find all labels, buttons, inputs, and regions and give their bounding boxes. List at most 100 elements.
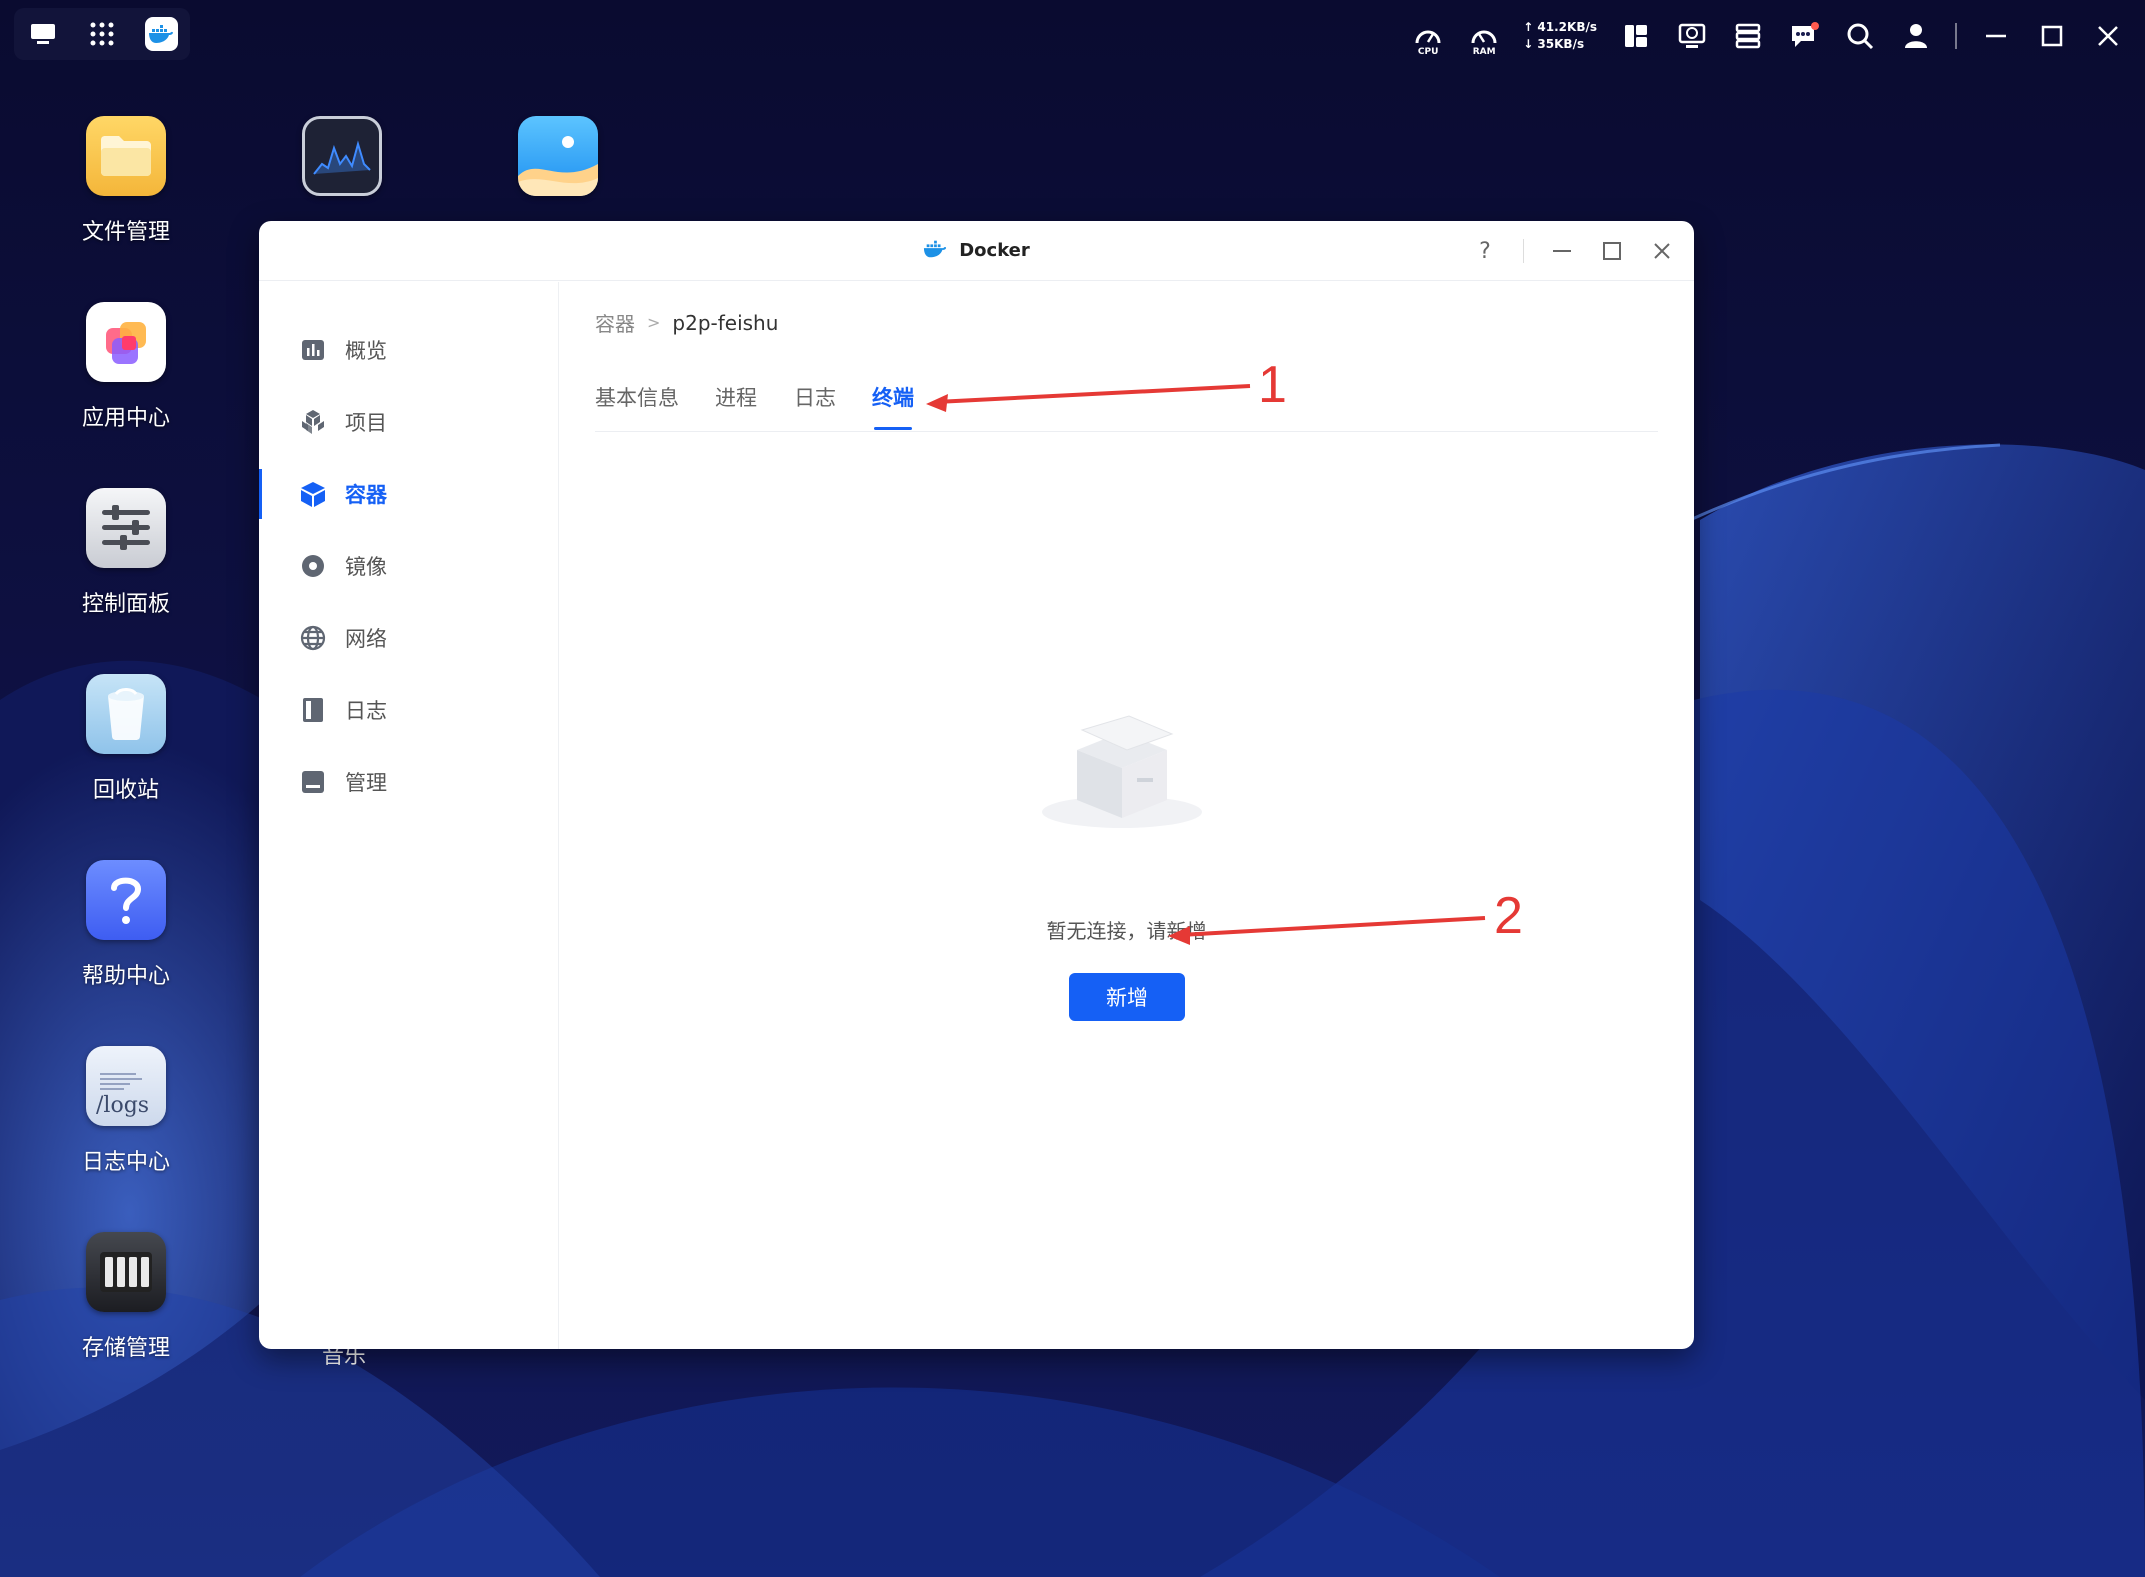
sidebar-item-label: 概览 (345, 339, 387, 363)
maximize-icon (1603, 242, 1621, 260)
tab-log[interactable]: 日志 (794, 382, 836, 432)
tab-active-underline (874, 427, 912, 430)
sidebar-item-manage[interactable]: 管理 (259, 757, 559, 807)
notifications-icon[interactable] (1787, 19, 1821, 53)
tab-process[interactable]: 进程 (715, 382, 757, 432)
window-maximize-button[interactable] (1600, 239, 1624, 263)
widgets-icon[interactable] (1619, 19, 1653, 53)
window-titlebar[interactable]: Docker ? (259, 221, 1694, 281)
ram-gauge-icon[interactable]: RAM (1467, 19, 1501, 57)
search-icon[interactable] (1843, 19, 1877, 53)
minimize-all-icon[interactable] (1979, 19, 2013, 53)
sidebar-item-project[interactable]: 项目 (259, 397, 559, 447)
user-icon[interactable] (1899, 19, 1933, 53)
network-icon (299, 624, 327, 652)
recycle-bin-icon (86, 674, 166, 754)
docker-icon (923, 239, 947, 263)
app-label: 回收站 (92, 778, 159, 803)
titlebar-divider (1523, 239, 1524, 263)
sidebar-item-container[interactable]: 容器 (259, 469, 559, 519)
tab-terminal[interactable]: 终端 (872, 382, 914, 432)
empty-state-message: 暂无连接，请新增 (1046, 919, 1207, 943)
app-grid-icon[interactable] (85, 17, 118, 51)
desktop-app-recycle-bin[interactable]: 回收站 (51, 674, 201, 804)
photos-icon (518, 116, 598, 196)
control-panel-icon (86, 488, 166, 568)
sidebar-item-label: 日志 (345, 699, 387, 723)
maximize-icon[interactable] (2035, 19, 2069, 53)
docker-taskbar-icon[interactable] (144, 17, 178, 51)
image-icon (299, 552, 327, 580)
logs-icon: /logs (86, 1046, 166, 1126)
minimize-icon (1553, 250, 1571, 252)
logs-tile-text: /logs (96, 1093, 150, 1118)
app-center-icon (86, 302, 166, 382)
system-tray: CPU RAM ↑ 41.2KB/s ↓ 35KB/s (1411, 14, 2125, 58)
annotation-number-1: 1 (1258, 356, 1287, 414)
cpu-label: CPU (1417, 47, 1439, 57)
download-speed: ↓ 35KB/s (1523, 37, 1585, 51)
close-icon (1654, 243, 1670, 259)
storage-icon (86, 1232, 166, 1312)
app-label: 日志中心 (81, 1150, 170, 1175)
overview-icon (299, 336, 327, 364)
desktop-app-resource-monitor[interactable] (267, 116, 417, 196)
detail-tabs: 基本信息 进程 日志 终端 (595, 382, 1658, 432)
desktop-app-control-panel[interactable]: 控制面板 (51, 488, 201, 618)
close-icon[interactable] (2091, 19, 2125, 53)
sidebar-item-image[interactable]: 镜像 (259, 541, 559, 591)
app-label: 帮助中心 (81, 964, 170, 989)
manage-icon (299, 768, 327, 796)
sidebar-item-label: 网络 (345, 627, 387, 651)
active-indicator (259, 469, 262, 519)
sidebar-item-label: 容器 (345, 483, 387, 507)
server-status-icon[interactable] (1731, 19, 1765, 53)
annotation-number-2: 2 (1494, 887, 1523, 945)
window-minimize-button[interactable] (1550, 239, 1574, 263)
folder-icon (86, 116, 166, 196)
tab-basic-info[interactable]: 基本信息 (595, 382, 679, 432)
docker-sidebar: 概览 项目 容器 镜像 网络 日志 管理 (259, 282, 559, 1349)
breadcrumb: 容器 > p2p-feishu (595, 308, 778, 337)
app-label: 应用中心 (81, 406, 170, 431)
resource-monitor-icon (302, 116, 382, 196)
breadcrumb-current: p2p-feishu (672, 310, 779, 335)
taskbar-left (14, 8, 190, 60)
container-icon (299, 480, 327, 508)
show-desktop-icon[interactable] (26, 17, 59, 51)
sidebar-item-overview[interactable]: 概览 (259, 325, 559, 375)
sidebar-item-log[interactable]: 日志 (259, 685, 559, 735)
app-label: 存储管理 (81, 1336, 170, 1361)
desktop-app-file-manager[interactable]: 文件管理 (51, 116, 201, 246)
desktop-app-log-center[interactable]: /logs 日志中心 (51, 1046, 201, 1176)
app-label: 文件管理 (81, 220, 170, 245)
add-connection-button[interactable]: 新增 (1069, 973, 1185, 1021)
upload-speed: ↑ 41.2KB/s (1523, 20, 1597, 34)
sidebar-item-label: 镜像 (345, 555, 387, 579)
help-button[interactable]: ? (1473, 239, 1497, 264)
tab-terminal-label: 终端 (872, 386, 914, 410)
window-close-button[interactable] (1650, 239, 1674, 263)
container-detail-panel: 容器 > p2p-feishu 基本信息 进程 日志 终端 暂无连接，请新增 新… (559, 282, 1694, 1349)
project-icon (299, 408, 327, 436)
log-icon (299, 696, 327, 724)
desktop-app-photos[interactable] (483, 116, 633, 196)
help-icon (86, 860, 166, 940)
sidebar-item-label: 管理 (345, 771, 387, 795)
empty-box-illustration (1037, 712, 1207, 832)
network-speed: ↑ 41.2KB/s ↓ 35KB/s (1523, 19, 1597, 53)
docker-window: Docker ? 概览 项目 容器 镜像 网络 日志 管理 容器 > p2p-f… (259, 221, 1694, 1349)
cpu-gauge-icon[interactable]: CPU (1411, 19, 1445, 57)
desktop-app-app-center[interactable]: 应用中心 (51, 302, 201, 432)
desktop-app-storage-manager[interactable]: 存储管理 (51, 1232, 201, 1362)
desktop-app-help-center[interactable]: 帮助中心 (51, 860, 201, 990)
sidebar-item-network[interactable]: 网络 (259, 613, 559, 663)
sidebar-item-label: 项目 (345, 411, 387, 435)
breadcrumb-separator: > (647, 313, 661, 332)
window-title: Docker (959, 240, 1030, 261)
app-label: 控制面板 (81, 592, 170, 617)
ram-label: RAM (1472, 47, 1496, 57)
remote-desktop-icon[interactable] (1675, 19, 1709, 53)
breadcrumb-root[interactable]: 容器 (595, 308, 635, 337)
tray-divider (1955, 23, 1957, 49)
